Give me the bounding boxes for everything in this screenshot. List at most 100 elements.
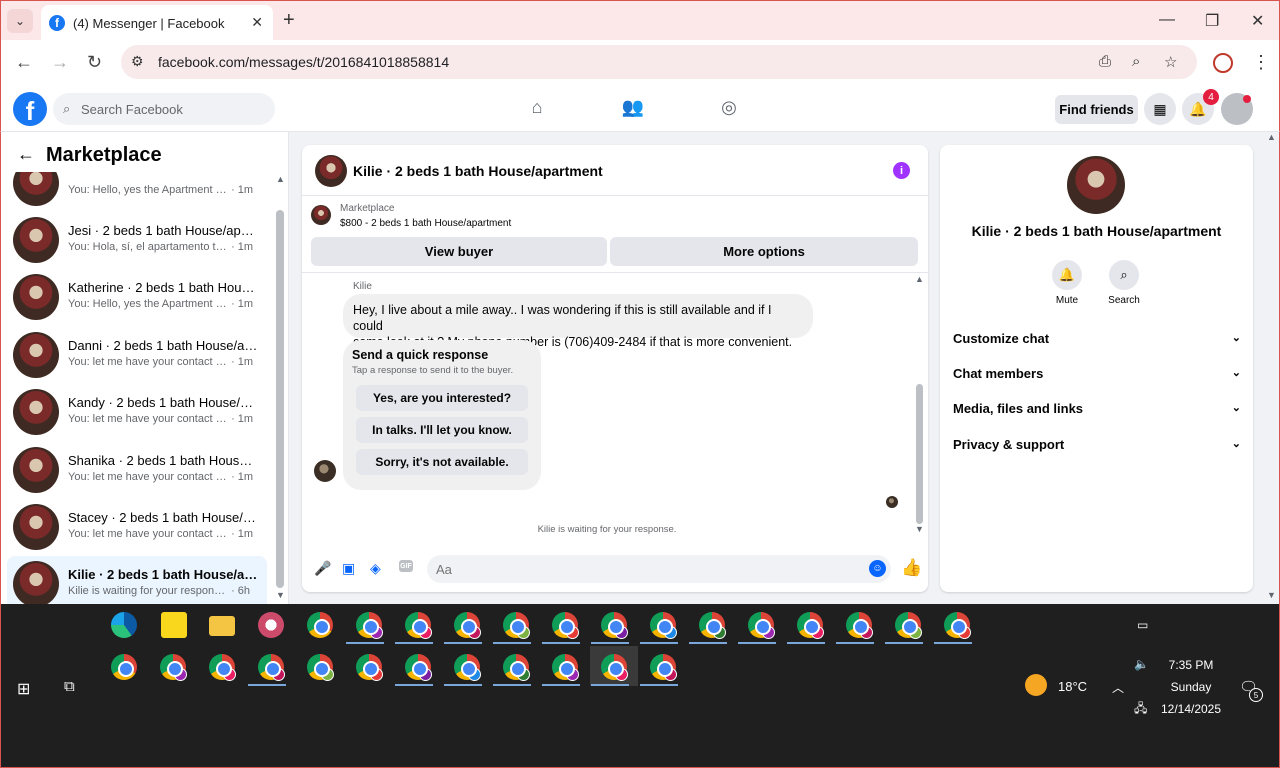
address-bar[interactable]: ⚙ facebook.com/messages/t/20168410188588… [121, 45, 1197, 79]
task-view-icon[interactable]: ⧉ [64, 678, 75, 695]
menu-grid-icon[interactable]: ▦ [1144, 93, 1176, 125]
chrome-browser-icon[interactable] [650, 612, 677, 639]
thumbs-up-icon[interactable]: 👍 [901, 558, 922, 578]
conversation-item[interactable]: Stacey · 2 beds 1 bath House/ap... You: l… [7, 499, 267, 555]
quick-response-option[interactable]: Yes, are you interested? [356, 385, 528, 411]
facebook-logo-icon[interactable]: f [13, 92, 47, 126]
section-privacy-support[interactable]: Privacy & support ⌄ [953, 437, 1241, 457]
install-app-icon[interactable]: ⎙ [1099, 53, 1111, 70]
chrome-browser-icon[interactable] [797, 612, 824, 639]
microphone-icon[interactable]: 🎤 [314, 560, 331, 577]
chrome-browser-icon[interactable] [601, 612, 628, 639]
section-customize-chat[interactable]: Customize chat ⌄ [953, 331, 1241, 351]
more-options-button[interactable]: More options [610, 237, 918, 266]
chat-scroll-down-icon[interactable]: ▼ [915, 524, 924, 534]
info-icon[interactable]: i [893, 162, 910, 179]
facebook-search[interactable]: ⌕ Search Facebook [53, 93, 275, 125]
back-button[interactable]: ← [15, 52, 33, 73]
chrome-browser-icon[interactable] [307, 654, 334, 681]
sticky-notes-icon[interactable] [161, 612, 187, 638]
conversation-item[interactable]: Danni · 2 beds 1 bath House/ap... You: le… [7, 327, 267, 383]
emoji-icon[interactable]: ☺ [869, 560, 886, 577]
page-scroll-down-icon[interactable]: ▼ [1267, 590, 1276, 600]
network-icon[interactable]: 🖧 [1134, 699, 1147, 720]
chrome-browser-icon[interactable] [356, 612, 383, 639]
reload-button[interactable]: ↻ [87, 52, 102, 73]
conversation-item[interactable]: Kilie · 2 beds 1 bath House/apar... Kilie… [7, 556, 267, 604]
chrome-browser-icon[interactable] [258, 654, 285, 681]
groups-icon[interactable]: ◎ [717, 97, 741, 121]
view-buyer-button[interactable]: View buyer [311, 237, 607, 266]
forward-button[interactable]: → [51, 52, 69, 73]
conversation-item[interactable]: Kandy · 2 beds 1 bath House/ap... You: le… [7, 384, 267, 440]
incoming-message[interactable]: Hey, I live about a mile away.. I was wo… [343, 294, 813, 349]
browser-profile-icon[interactable] [1213, 53, 1233, 73]
chrome-browser-icon[interactable] [699, 612, 726, 639]
find-friends-button[interactable]: Find friends [1055, 95, 1138, 124]
chrome-browser-icon[interactable] [454, 654, 481, 681]
chrome-browser-icon[interactable] [503, 612, 530, 639]
tab-search-button[interactable]: ⌄ [7, 9, 33, 33]
restore-button[interactable]: ❐ [1205, 11, 1219, 31]
new-tab-button[interactable]: + [283, 9, 295, 32]
clock-time[interactable]: 7:35 PM [1151, 658, 1231, 672]
scroll-up-arrow-icon[interactable]: ▲ [276, 174, 285, 184]
sticker-icon[interactable]: ◈ [370, 560, 381, 577]
close-window-button[interactable]: ✕ [1251, 11, 1264, 31]
chrome-browser-icon[interactable] [356, 654, 383, 681]
friends-icon[interactable]: 👥 [621, 97, 645, 121]
quick-response-option[interactable]: Sorry, it's not available. [356, 449, 528, 475]
home-icon[interactable]: ⌂ [525, 97, 549, 121]
chrome-browser-icon[interactable] [405, 654, 432, 681]
chat-scrollbar[interactable] [916, 384, 923, 524]
zoom-icon[interactable]: ⌕ [1132, 53, 1140, 70]
chrome-browser-icon[interactable] [552, 612, 579, 639]
conversation-item[interactable]: Shanika · 2 beds 1 bath House/a... You: l… [7, 442, 267, 498]
edge-browser-icon[interactable] [111, 612, 137, 638]
volume-icon[interactable]: 🔈 [1134, 657, 1149, 671]
photo-icon[interactable]: ▣ [342, 560, 355, 577]
chat-scroll-up-icon[interactable]: ▲ [915, 274, 924, 284]
conversation-item[interactable]: Jesi · 2 beds 1 bath House/apart... You: … [7, 212, 267, 268]
chrome-browser-icon[interactable] [944, 612, 971, 639]
chrome-browser-icon[interactable] [111, 654, 137, 680]
clock-date[interactable]: 12/14/2025 [1151, 702, 1231, 716]
minimize-button[interactable]: — [1159, 11, 1175, 29]
mute-action[interactable]: 🔔 Mute [1037, 260, 1097, 306]
meet-now-icon[interactable]: ▭ [1137, 618, 1148, 632]
chrome-browser-icon[interactable] [160, 654, 187, 681]
chrome-browser-icon[interactable] [307, 612, 333, 638]
chrome-browser-icon[interactable] [650, 654, 677, 681]
chrome-browser-icon[interactable] [895, 612, 922, 639]
windows-start-icon[interactable]: ⊞ [17, 679, 30, 699]
bookmark-star-icon[interactable]: ☆ [1164, 53, 1177, 71]
page-scroll-up-icon[interactable]: ▲ [1267, 132, 1276, 142]
chat-title[interactable]: Kilie · 2 beds 1 bath House/apartment [353, 163, 603, 179]
close-tab-icon[interactable]: ✕ [251, 14, 263, 31]
app-icon[interactable] [258, 612, 284, 638]
buyer-avatar[interactable] [314, 460, 336, 482]
chrome-browser-icon[interactable] [454, 612, 481, 639]
chat-avatar[interactable] [315, 155, 347, 187]
contact-avatar[interactable] [1067, 156, 1125, 214]
quick-response-option[interactable]: In talks. I'll let you know. [356, 417, 528, 443]
gif-icon[interactable]: GIF [399, 560, 413, 572]
chrome-browser-icon[interactable] [552, 654, 579, 681]
browser-tab[interactable]: f (4) Messenger | Facebook ✕ [41, 5, 273, 41]
chrome-browser-icon[interactable] [405, 612, 432, 639]
back-arrow-icon[interactable]: ← [17, 144, 35, 165]
site-info-icon[interactable]: ⚙ [131, 53, 144, 70]
conversation-item[interactable]: Katherine · 2 beds 1 bath House... You: H… [7, 269, 267, 325]
section-chat-members[interactable]: Chat members ⌄ [953, 366, 1241, 386]
message-input[interactable] [427, 555, 891, 583]
chrome-browser-icon[interactable] [846, 612, 873, 639]
chrome-browser-icon[interactable] [209, 654, 236, 681]
chrome-browser-icon[interactable] [601, 654, 628, 681]
clock-day[interactable]: Sunday [1151, 680, 1231, 694]
chrome-browser-icon[interactable] [503, 654, 530, 681]
show-hidden-icons-chevron-icon[interactable]: ︿ [1112, 679, 1124, 696]
scroll-down-arrow-icon[interactable]: ▼ [276, 590, 285, 600]
conversation-scrollbar[interactable] [276, 210, 284, 588]
section-media-files-links[interactable]: Media, files and links ⌄ [953, 401, 1241, 421]
file-explorer-icon[interactable] [209, 616, 235, 636]
